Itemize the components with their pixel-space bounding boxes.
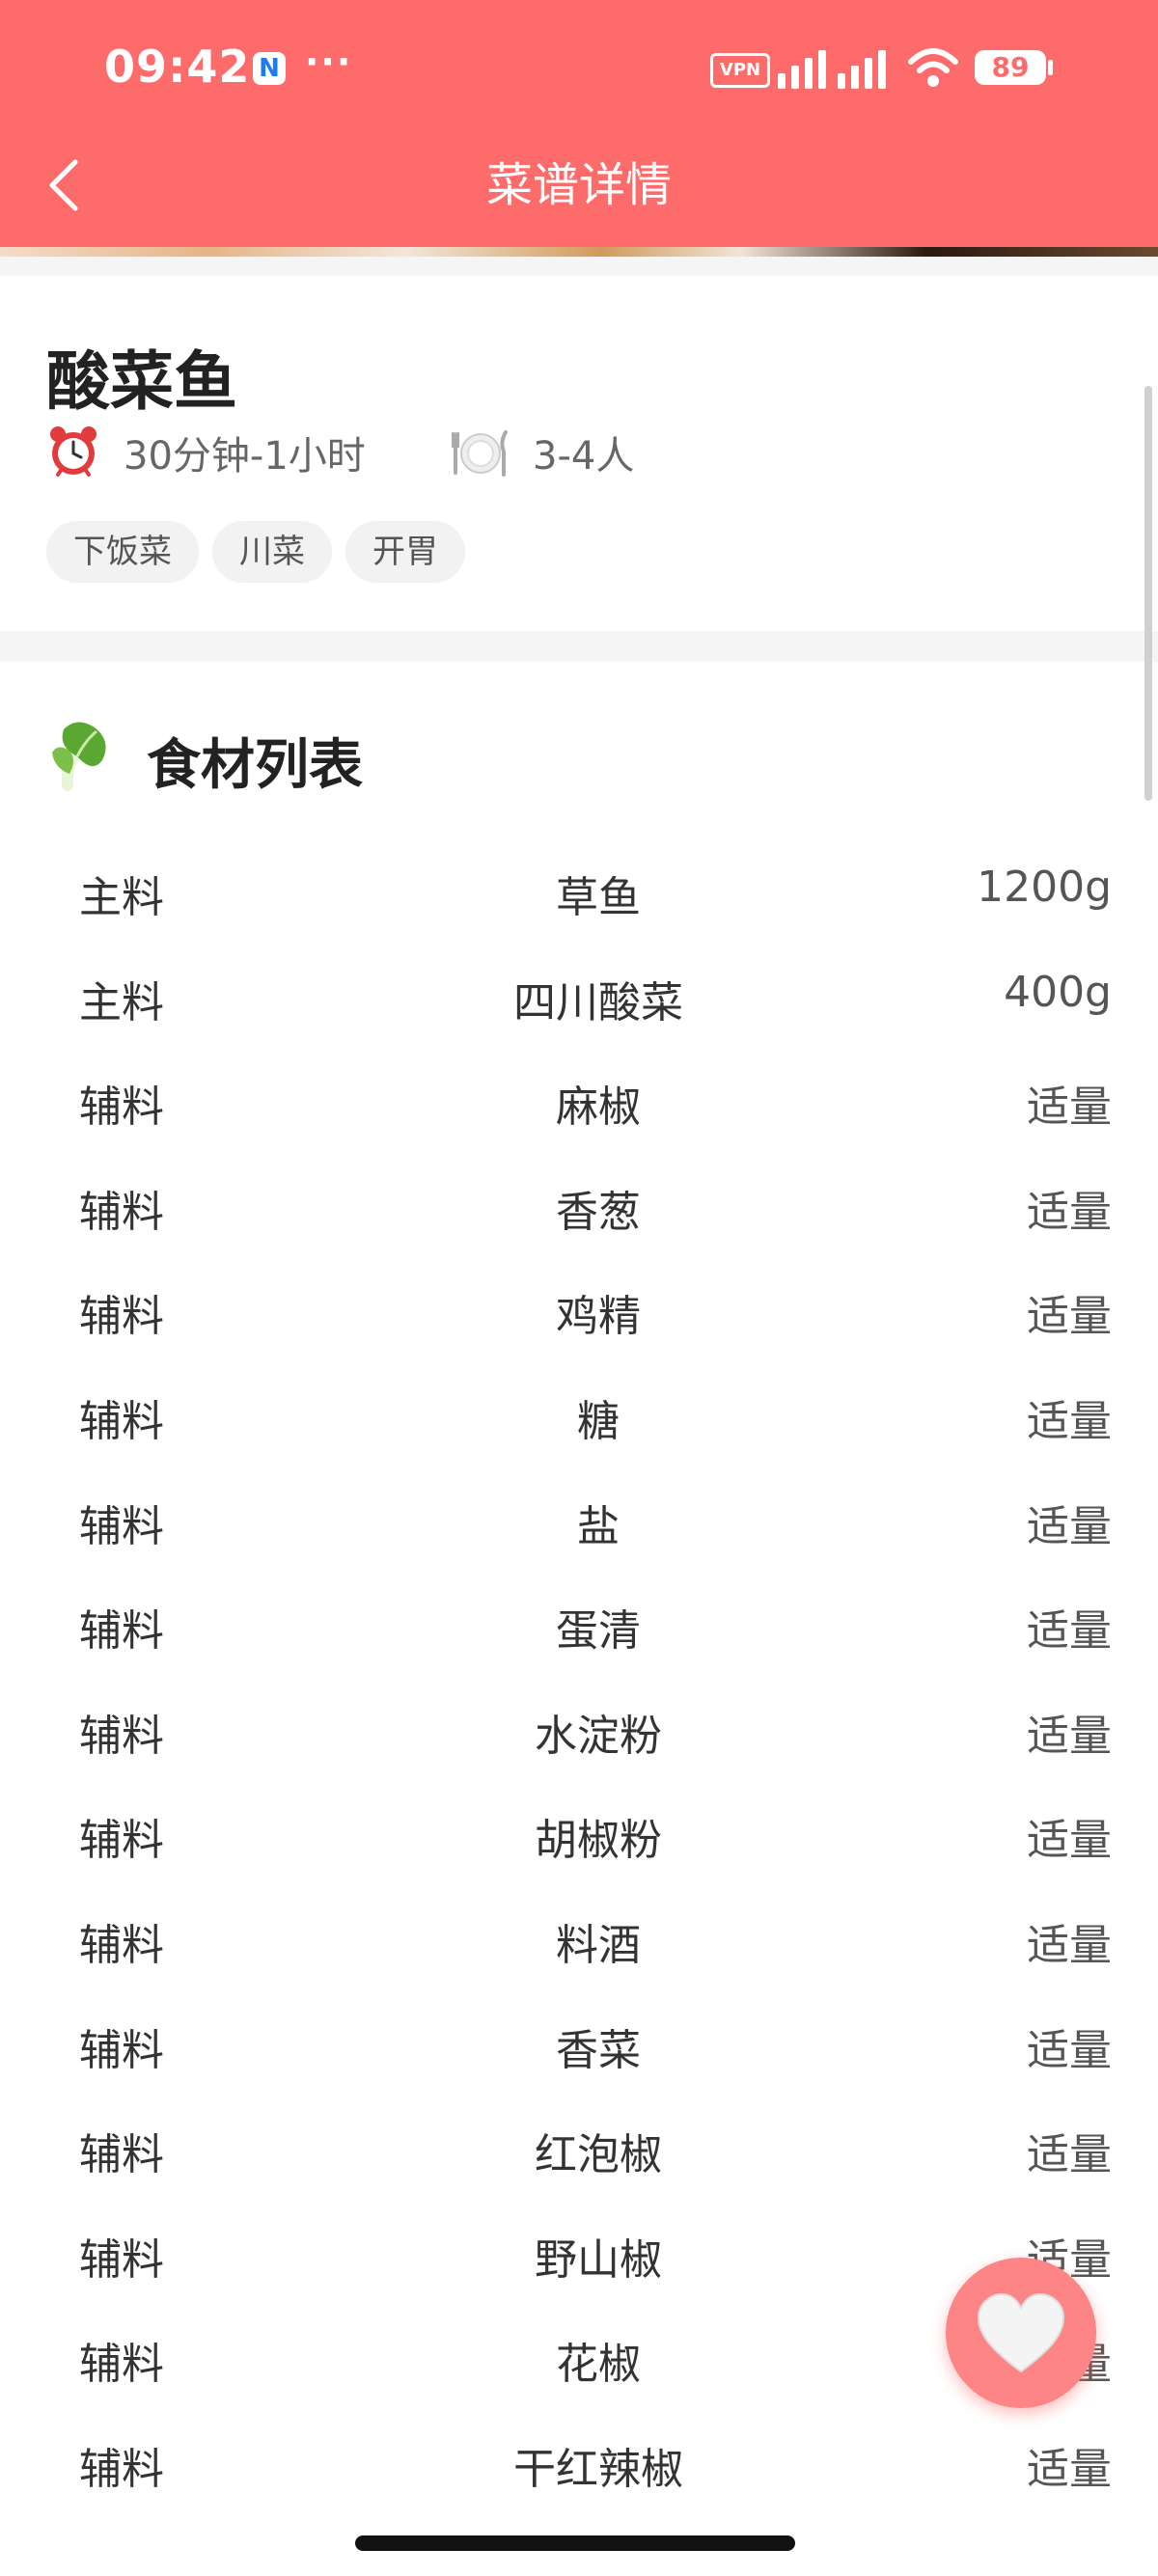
notification-app-icon: N [253,52,286,85]
ingredient-row: 辅料 鸡精 适量 [0,1256,1158,1361]
ingredient-quantity: 适量 [1027,1397,1112,1446]
ingredient-name: 鸡精 [556,1292,641,1342]
heart-icon [977,2292,1065,2373]
ingredient-name: 糖 [577,1397,620,1446]
ingredient-row: 主料 四川酸菜 400g [0,943,1158,1048]
ingredient-row: 辅料 水淀粉 适量 [0,1676,1158,1781]
bok-choy-icon [52,722,106,791]
ingredient-quantity: 适量 [1027,1711,1112,1761]
wifi-icon [908,48,958,87]
ingredient-name: 麻椒 [556,1082,641,1133]
cook-time: 30分钟-1小时 [124,434,366,479]
ingredient-row: 主料 草鱼 1200g [0,837,1158,943]
divider [0,631,1158,662]
ingredient-quantity: 1200g [977,863,1112,912]
ingredient-name: 红泡椒 [535,2130,662,2180]
ingredient-name: 水淀粉 [535,1711,662,1761]
divider [0,257,1158,276]
vpn-icon: VPN [710,53,770,88]
ingredient-name: 四川酸菜 [513,977,683,1028]
servings: 3-4人 [533,434,635,479]
more-notifications-icon: ··· [305,41,353,83]
ingredient-quantity: 适量 [1027,1187,1112,1237]
recipe-cover-image [0,247,1158,257]
tag-chip[interactable]: 下饭菜 [46,521,199,583]
ingredient-quantity: 适量 [1027,1606,1112,1657]
ingredient-row: 辅料 香菜 适量 [0,1990,1158,2096]
recipe-title: 酸菜鱼 [46,344,237,419]
favorite-button[interactable] [946,2258,1096,2408]
ingredient-row: 辅料 干红辣椒 适量 [0,2409,1158,2514]
status-time: 09:42 [104,41,251,93]
ingredient-quantity: 适量 [1027,1501,1112,1551]
ingredient-name: 胡椒粉 [535,1816,662,1866]
home-indicator[interactable] [355,2535,795,2551]
ingredient-row: 辅料 红泡椒 适量 [0,2095,1158,2200]
ingredient-quantity: 适量 [1027,1816,1112,1866]
plate-cutlery-icon [452,430,508,477]
ingredient-quantity: 适量 [1027,2130,1112,2180]
ingredient-quantity: 适量 [1027,2025,1112,2075]
ingredient-name: 香菜 [556,2025,641,2075]
section-title-ingredients: 食材列表 [147,734,363,797]
ingredient-row: 辅料 香葱 适量 [0,1152,1158,1257]
ingredient-row: 辅料 蛋清 适量 [0,1571,1158,1676]
status-bar: 09:42 N ··· VPN 89 [0,0,1158,145]
ingredient-quantity: 适量 [1027,1292,1112,1342]
ingredient-name: 料酒 [556,1921,641,1970]
tag-chip[interactable]: 川菜 [212,521,332,583]
ingredient-quantity: 适量 [1027,1082,1112,1133]
ingredient-quantity: 适量 [1027,1921,1112,1970]
battery-tip [1048,60,1053,75]
alarm-clock-icon [50,426,96,477]
ingredient-row: 辅料 胡椒粉 适量 [0,1780,1158,1885]
signal-icon [778,50,886,89]
ingredient-quantity: 适量 [1027,2445,1112,2494]
scrollbar[interactable] [1144,386,1152,801]
ingredient-name: 盐 [577,1501,620,1551]
ingredient-quantity: 400g [1004,967,1112,1017]
top-bar: 09:42 N ··· VPN 89 菜谱详情 [0,0,1158,247]
tag-chip[interactable]: 开胃 [345,521,465,583]
battery-icon: 89 [975,50,1046,85]
ingredient-row: 辅料盐适量 [0,1466,1158,1572]
ingredient-name: 蛋清 [556,1606,641,1657]
ingredient-name: 香葱 [556,1187,641,1237]
page-title: 菜谱详情 [485,158,672,212]
ingredient-row: 辅料 料酒 适量 [0,1885,1158,1990]
ingredient-name: 干红辣椒 [513,2445,683,2494]
ingredient-row: 辅料 麻椒 适量 [0,1047,1158,1152]
ingredient-row: 辅料糖适量 [0,1361,1158,1466]
